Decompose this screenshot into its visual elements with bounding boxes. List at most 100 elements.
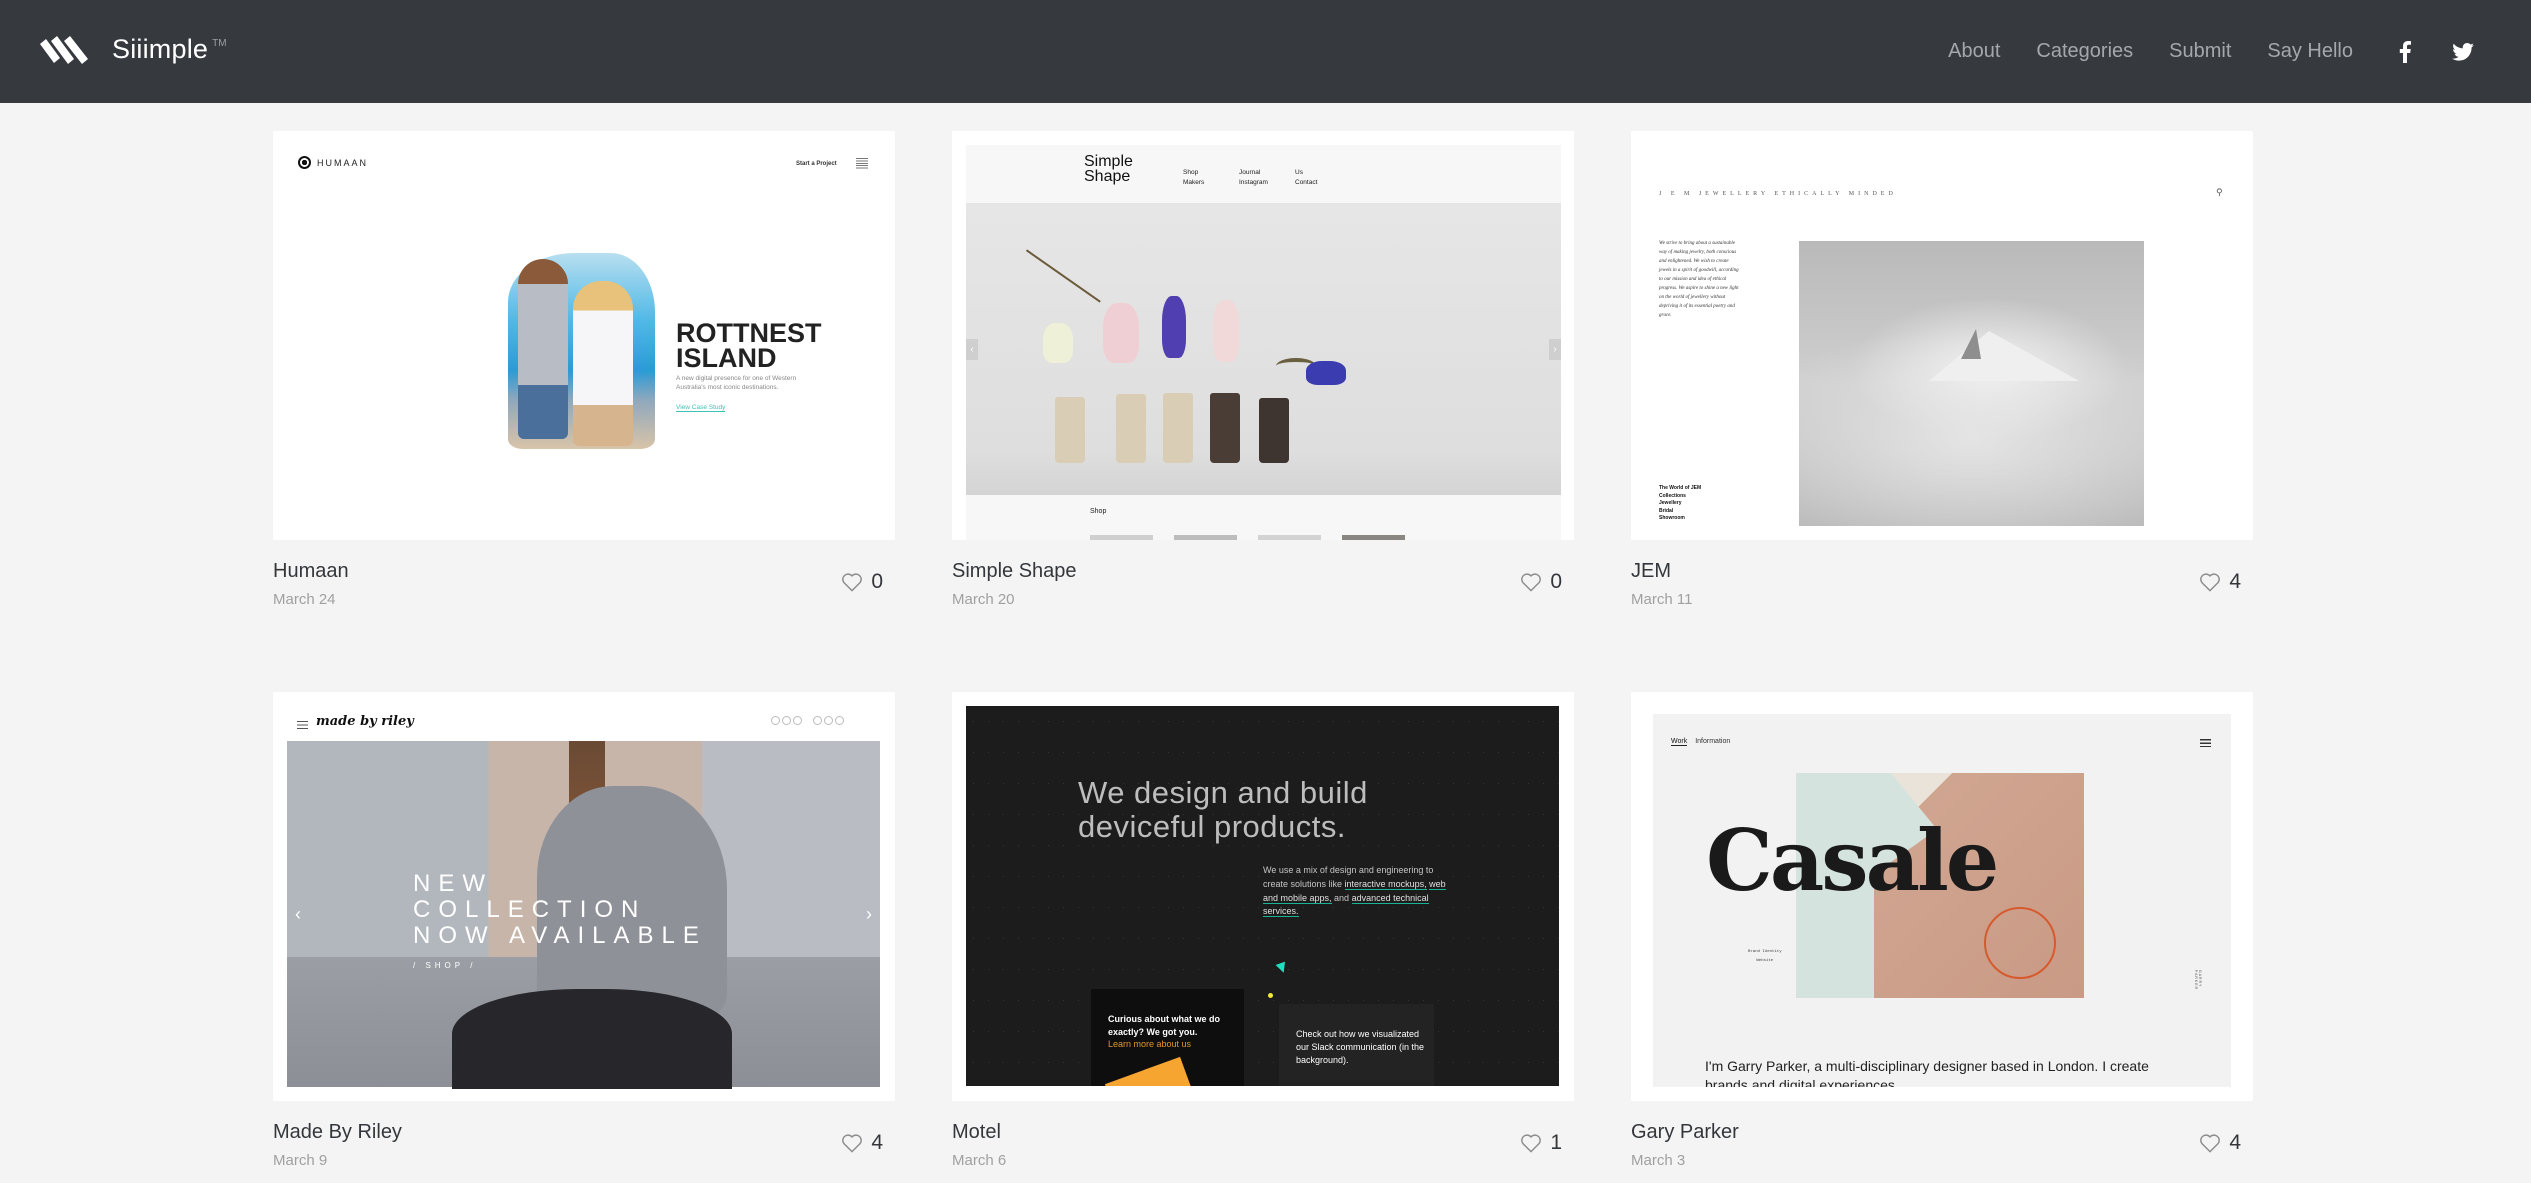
- preview-nav: Work Information: [1671, 738, 1731, 746]
- menu-item: The World of JEM: [1659, 485, 1702, 491]
- preview-side-label: GARRY PARKER: [2194, 970, 2202, 991]
- siiimple-logo-icon: [40, 35, 88, 64]
- mountain-shape: [1929, 331, 2079, 381]
- preview-nav: Shop Makers: [1183, 168, 1204, 188]
- nav-link: Makers: [1183, 179, 1205, 186]
- card-meta: Made By Riley March 9 4: [273, 1121, 895, 1181]
- preview-project-title: Casale: [1706, 811, 1999, 910]
- nav-link: Instagram: [1239, 179, 1268, 186]
- flower-shape: [1213, 300, 1239, 362]
- twitter-icon: [2452, 42, 2474, 61]
- site-thumbnail-made-by-riley[interactable]: made by riley NEW COLLECTION NOW AVAILAB…: [273, 692, 895, 1101]
- preview-hero-image: NEW COLLECTION NOW AVAILABLE / SHOP / ‹ …: [287, 741, 880, 1089]
- body-link: interactive mockups,: [1344, 878, 1427, 890]
- flower-shape: [1162, 296, 1186, 358]
- cart-icon: [835, 716, 844, 725]
- headline-line: NEW: [413, 870, 493, 897]
- preview-page: Work Information Casale Brand Identity Web…: [1653, 714, 2231, 1087]
- twitter-link[interactable]: [2451, 40, 2475, 64]
- humaan-logo: HUMAAN: [298, 156, 368, 169]
- vase-shape: [1116, 394, 1146, 463]
- like-button[interactable]: 0: [1520, 570, 1562, 594]
- card-title[interactable]: Humaan: [273, 560, 349, 583]
- site-thumbnail-motel[interactable]: We design and build deviceful products. …: [952, 692, 1574, 1101]
- menu-icon: [2200, 739, 2211, 747]
- church-logo-icon: [1984, 907, 2056, 979]
- like-button[interactable]: 0: [841, 570, 883, 594]
- heart-icon: [2200, 1134, 2221, 1153]
- brand-line: Shape: [1084, 168, 1131, 185]
- facebook-link[interactable]: [2393, 40, 2417, 64]
- preview-project-meta: Brand Identity Website: [1748, 948, 1782, 966]
- card-date: March 9: [273, 1152, 328, 1169]
- triangle-shape: [1275, 961, 1289, 975]
- nav-link: Contact: [1295, 179, 1318, 186]
- like-button[interactable]: 1: [1520, 1131, 1562, 1155]
- card-title[interactable]: Gary Parker: [1631, 1121, 1739, 1144]
- preview-brand: J E M JEWELLERY ETHICALLY MINDED: [1659, 191, 1897, 197]
- vase-shape: [1210, 393, 1240, 463]
- site-thumbnail-gary-parker[interactable]: Work Information Casale Brand Identity Web…: [1631, 692, 2253, 1101]
- preview-figure: [518, 259, 568, 439]
- nav-about[interactable]: About: [1948, 40, 2000, 63]
- card-meta: Simple Shape March 20 0: [952, 560, 1574, 620]
- nav-submit[interactable]: Submit: [2169, 40, 2231, 63]
- card-date: March 24: [273, 591, 336, 608]
- preview-headline: We design and build deviceful products.: [1078, 776, 1368, 844]
- card-title[interactable]: JEM: [1631, 560, 1671, 583]
- heart-icon: [1521, 573, 1542, 592]
- product-tile: [1258, 535, 1321, 540]
- site-thumbnail-jem[interactable]: J E M JEWELLERY ETHICALLY MINDED ⚲ We st…: [1631, 131, 2253, 540]
- humaan-brand: HUMAAN: [317, 157, 369, 168]
- preview-info-card: Check out how we visualizated our Slack …: [1279, 1004, 1434, 1086]
- card-meta: Humaan March 24 0: [273, 560, 895, 620]
- headline-line: COLLECTION: [413, 896, 647, 923]
- preview-social-icons: [771, 716, 844, 725]
- nav-link: Us: [1295, 169, 1303, 176]
- menu-icon: [297, 721, 308, 729]
- card-date: March 3: [1631, 1152, 1686, 1169]
- card-title[interactable]: Motel: [952, 1121, 1001, 1144]
- preview-brand: made by riley: [316, 714, 414, 729]
- like-count: 0: [1550, 570, 1562, 593]
- nav-link: Information: [1695, 738, 1731, 745]
- vase-shape: [1163, 393, 1193, 463]
- card-date: March 6: [952, 1152, 1007, 1169]
- card-title[interactable]: Made By Riley: [273, 1121, 402, 1144]
- brand-line: Simple: [1084, 153, 1133, 170]
- facebook-icon: [782, 716, 791, 725]
- legs-shape: [452, 989, 732, 1089]
- product-tile: [1174, 535, 1237, 540]
- nav-link: Journal: [1239, 169, 1261, 176]
- facebook-icon: [2399, 40, 2411, 63]
- card-meta: JEM March 11 4: [1631, 560, 2253, 620]
- nav-link: Work: [1671, 738, 1688, 746]
- chevron-left-icon: ‹: [295, 904, 301, 924]
- site-logo[interactable]: Siiimple TM: [40, 34, 227, 65]
- like-button[interactable]: 4: [2199, 570, 2241, 594]
- info-card-text: Curious about what we do exactly? We got…: [1108, 1014, 1220, 1037]
- nav-categories[interactable]: Categories: [2036, 40, 2133, 63]
- like-count: 0: [871, 570, 883, 593]
- preview-brand: Simple Shape: [1084, 153, 1133, 185]
- preview-intro: We strive to bring about a sustainable w…: [1659, 241, 1739, 318]
- nav-say-hello[interactable]: Say Hello: [2267, 40, 2353, 63]
- search-icon: ⚲: [2216, 187, 2223, 197]
- user-icon: [824, 716, 833, 725]
- site-thumbnail-humaan[interactable]: HUMAAN Start a Project ROTTNEST ISLAND A …: [273, 131, 895, 540]
- like-button[interactable]: 4: [841, 1131, 883, 1155]
- menu-icon: [856, 158, 868, 170]
- card-title[interactable]: Simple Shape: [952, 560, 1077, 583]
- preview-nav: Journal Instagram: [1239, 168, 1268, 188]
- preview-section-label: Shop: [1090, 508, 1107, 515]
- product-tile: [1090, 535, 1153, 540]
- product-tile: [1342, 535, 1405, 540]
- dot-shape: [1268, 993, 1273, 998]
- headline-line: NOW AVAILABLE: [413, 922, 707, 949]
- site-thumbnail-simple-shape[interactable]: Simple Shape Shop Makers Journal Instagram …: [952, 131, 1574, 540]
- preview-menu: The World of JEM Collections Jewellery B…: [1659, 485, 1701, 523]
- body-text: and: [1331, 892, 1352, 903]
- preview-body: We use a mix of design and engineering t…: [1263, 864, 1453, 919]
- like-button[interactable]: 4: [2199, 1131, 2241, 1155]
- preview-page: We design and build deviceful products. …: [966, 706, 1559, 1086]
